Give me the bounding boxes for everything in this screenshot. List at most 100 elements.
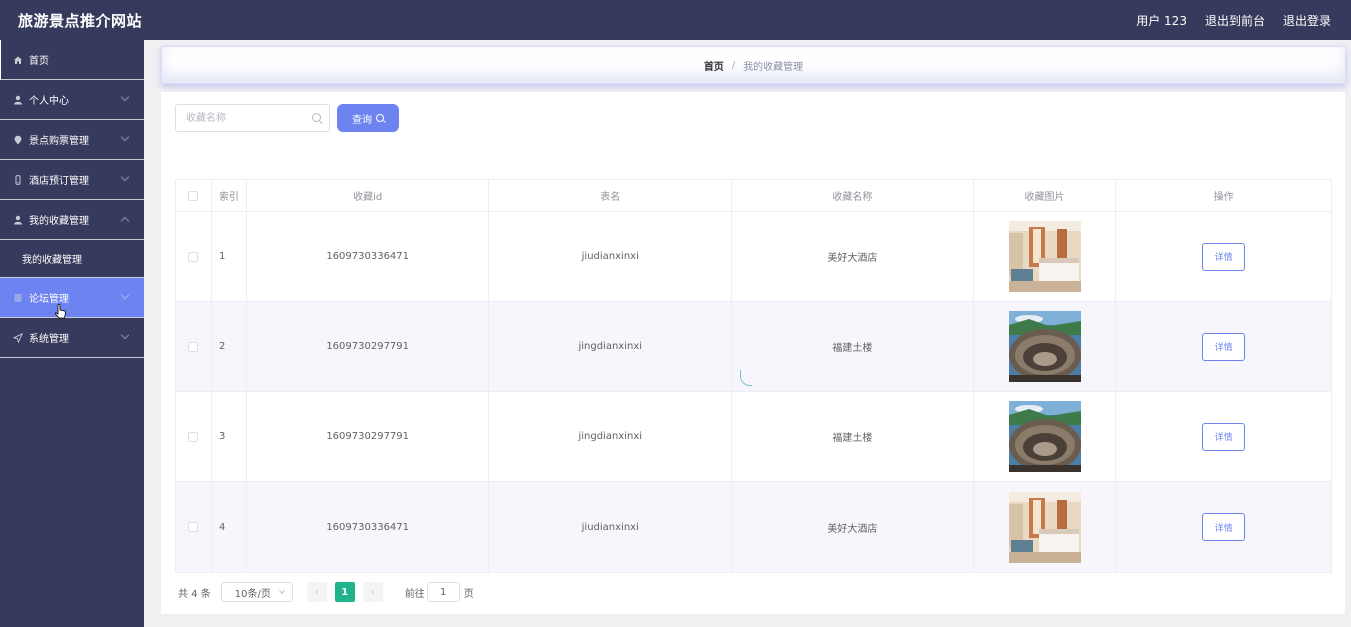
sidebar-item-label: 酒店预订管理 — [29, 176, 89, 187]
goto-page-input[interactable] — [426, 582, 460, 602]
search-icon — [376, 114, 384, 122]
row-name: 福建土楼 — [732, 392, 974, 481]
back-to-front-link[interactable]: 退出到前台 — [1205, 12, 1265, 29]
row-name: 福建土楼 — [732, 302, 974, 391]
row-id: 1609730336471 — [247, 212, 490, 301]
page-number-button[interactable]: 1 — [334, 582, 355, 602]
search-input[interactable] — [176, 105, 306, 131]
row-image-cell — [974, 302, 1117, 391]
next-page-button[interactable]: › — [362, 582, 383, 602]
sidebar-item-label: 个人中心 — [29, 96, 69, 107]
detail-button[interactable]: 详情 — [1202, 332, 1246, 361]
row-index: 3 — [212, 392, 247, 481]
favorites-table: 索引 收藏id 表名 收藏名称 收藏图片 操作 1 1609730336471 … — [175, 179, 1332, 573]
row-index: 1 — [212, 212, 247, 301]
row-checkbox[interactable] — [188, 341, 199, 352]
app-title: 旅游景点推介网站 — [18, 11, 143, 30]
row-name: 美好大酒店 — [732, 212, 974, 301]
column-header: 表名 — [489, 180, 733, 211]
user-icon — [12, 214, 24, 226]
tulou-image — [1008, 311, 1081, 382]
row-table-name: jingdianxinxi — [489, 302, 733, 391]
row-image-cell — [974, 212, 1117, 301]
sidebar-item-home[interactable]: 首页 — [0, 40, 144, 80]
detail-button[interactable]: 详情 — [1202, 513, 1246, 541]
sidebar-item-label: 论坛管理 — [29, 294, 69, 305]
row-image-cell — [974, 392, 1117, 481]
column-header: 收藏名称 — [732, 180, 974, 211]
page-suffix: 页 — [463, 588, 474, 600]
sidebar-item-system[interactable]: 系统管理 — [0, 318, 144, 358]
row-select-cell — [176, 392, 212, 481]
sidebar-subitem-favorites[interactable]: 我的收藏管理 — [0, 240, 144, 278]
hotel-room-image — [1008, 491, 1081, 563]
breadcrumb-current: 我的收藏管理 — [743, 61, 804, 73]
location-icon — [12, 134, 24, 146]
chevron-down-icon — [120, 330, 130, 340]
tulou-image — [1008, 401, 1081, 472]
goto-label: 前往 — [404, 588, 425, 600]
query-button[interactable]: 查询 — [337, 104, 399, 132]
row-actions: 详情 — [1116, 302, 1331, 391]
row-table-name: jiudianxinxi — [489, 212, 733, 301]
select-all-checkbox[interactable] — [188, 190, 199, 201]
table-row: 4 1609730336471 jiudianxinxi 美好大酒店 详情 — [176, 482, 1331, 572]
search-box — [175, 104, 330, 132]
chevron-down-icon — [120, 132, 130, 142]
row-select-cell — [176, 302, 212, 391]
sidebar-item-hotel[interactable]: 酒店预订管理 — [0, 160, 144, 200]
user-label: 用户 123 — [1136, 13, 1187, 28]
sidebar-item-label: 首页 — [29, 56, 49, 67]
prev-page-button[interactable]: ‹ — [306, 582, 327, 602]
document-icon — [12, 292, 24, 304]
breadcrumb: 首页 / 我的收藏管理 — [161, 46, 1346, 84]
sidebar-item-label: 系统管理 — [29, 334, 69, 345]
row-checkbox[interactable] — [188, 522, 199, 532]
row-id: 1609730297791 — [247, 302, 490, 391]
row-actions: 详情 — [1116, 392, 1331, 481]
sidebar-item-personal-center[interactable]: 个人中心 — [0, 80, 144, 120]
row-actions: 详情 — [1116, 212, 1331, 301]
row-image-cell — [974, 482, 1117, 572]
sidebar-item-label: 景点购票管理 — [29, 136, 89, 147]
page-size-value: 10条/页 — [234, 588, 271, 600]
detail-button[interactable]: 详情 — [1202, 242, 1246, 271]
chevron-up-icon — [120, 216, 130, 226]
row-name: 美好大酒店 — [732, 482, 974, 572]
column-header: 操作 — [1213, 192, 1234, 203]
row-checkbox[interactable] — [188, 431, 199, 442]
send-icon — [12, 332, 24, 344]
header-actions: 用户 123 退出到前台 退出登录 — [1136, 12, 1331, 29]
breadcrumb-separator: / — [731, 59, 736, 71]
logout-link[interactable]: 退出登录 — [1283, 12, 1331, 29]
chevron-down-icon — [278, 588, 285, 594]
row-id: 1609730336471 — [247, 482, 490, 572]
home-icon — [12, 54, 24, 66]
column-header: 索引 — [212, 180, 247, 211]
row-select-cell — [176, 482, 212, 572]
table-row: 2 1609730297791 jingdianxinxi 福建土楼 详情 — [176, 302, 1331, 392]
query-button-label: 查询 — [352, 114, 372, 126]
sidebar-item-label: 我的收藏管理 — [29, 216, 89, 227]
row-index: 4 — [212, 482, 247, 572]
detail-button[interactable]: 详情 — [1202, 422, 1246, 451]
row-select-cell — [176, 212, 212, 301]
main-panel: 查询 索引 收藏id 表名 收藏名称 收藏图片 操作 1 16097303364… — [161, 92, 1345, 614]
page-size-select[interactable]: 10条/页 — [220, 582, 293, 602]
sidebar-item-forum[interactable]: 论坛管理 — [0, 278, 144, 319]
column-header: 收藏id — [247, 180, 490, 211]
breadcrumb-home[interactable]: 首页 — [704, 58, 724, 73]
hotel-room-image — [1008, 221, 1081, 292]
table-row: 1 1609730336471 jiudianxinxi 美好大酒店 详情 — [176, 212, 1331, 302]
top-header: 旅游景点推介网站 用户 123 退出到前台 退出登录 — [0, 0, 1351, 40]
table-row: 3 1609730297791 jingdianxinxi 福建土楼 详情 — [176, 392, 1331, 482]
sidebar-item-ticket[interactable]: 景点购票管理 — [0, 120, 144, 160]
column-header: 收藏图片 — [974, 180, 1117, 211]
chevron-down-icon — [120, 92, 130, 102]
row-checkbox[interactable] — [188, 251, 199, 262]
sidebar-item-favorites[interactable]: 我的收藏管理 — [0, 200, 144, 240]
user-icon — [12, 94, 24, 106]
header-select-all[interactable] — [176, 180, 212, 211]
chevron-down-icon — [120, 172, 130, 182]
row-table-name: jiudianxinxi — [489, 482, 733, 572]
